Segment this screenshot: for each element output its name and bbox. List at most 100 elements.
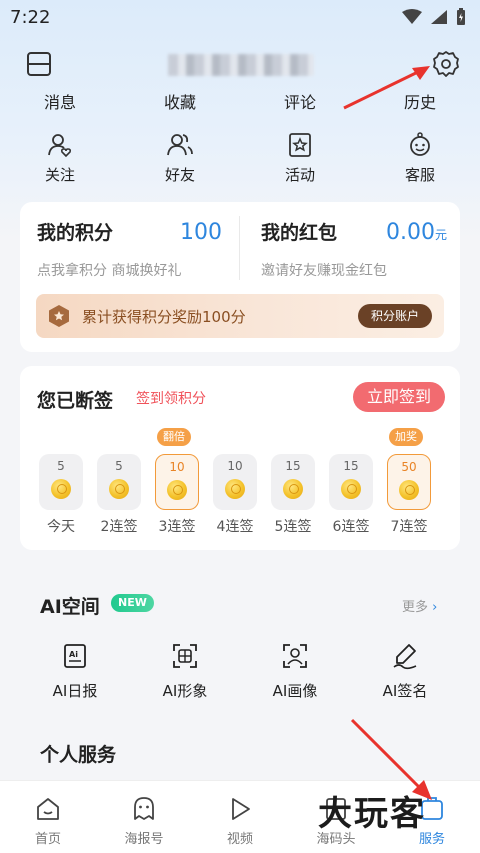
quick-links-row: 消息 收藏 评论 历史 [0, 88, 480, 118]
my-points-title: 我的积分 [37, 222, 114, 244]
friends-icon [167, 134, 193, 156]
icon-link-activity[interactable]: 活动 [240, 132, 360, 190]
svg-text:Ai: Ai [69, 650, 78, 659]
sign-day-5[interactable]: 15 [271, 454, 315, 510]
person-heart-icon [48, 134, 72, 158]
icon-link-service[interactable]: 客服 [360, 132, 480, 190]
sign-day-7[interactable]: 50 [387, 454, 431, 510]
coin-icon [283, 479, 303, 499]
sign-day-1-label: 今天 [47, 519, 75, 535]
sign-day-2-label: 2连签 [100, 519, 138, 535]
sign-day-6-label: 6连签 [332, 519, 370, 535]
sign-day-7-label: 7连签 [390, 519, 428, 535]
tab-home[interactable]: 首页 [0, 781, 96, 853]
signal-icon [431, 10, 447, 24]
quick-link-history[interactable]: 历史 [360, 88, 480, 118]
icon-link-activity-label: 活动 [284, 166, 315, 184]
ai-daily-icon: Ai [64, 644, 86, 668]
my-redpacket-value[interactable]: 0.00元 [386, 220, 447, 245]
points-card: 我的积分 100 点我拿积分 商城换好礼 我的红包 0.00元 邀请好友赚现金红… [20, 202, 460, 352]
coin-icon [341, 479, 361, 499]
more-label: 更多 [402, 600, 429, 615]
tab-video-label: 视频 [226, 832, 253, 847]
double-tag: 翻倍 [157, 428, 191, 446]
my-redpacket[interactable]: 我的红包 [261, 218, 337, 245]
sign-in-card: 您已断签 签到领积分 立即签到 翻倍 加奖 5 5 10 10 15 15 50… [20, 366, 460, 550]
ai-signature-label: AI签名 [382, 682, 428, 700]
sign-day-6-points: 15 [343, 459, 359, 473]
icon-link-follow-label: 关注 [44, 166, 75, 184]
ai-tools-row: Ai AI日报 AI形象 AI画像 AI签名 [0, 642, 480, 702]
ai-signature-icon [393, 644, 417, 670]
icon-link-follow[interactable]: 关注 [0, 132, 120, 190]
redpacket-unit: 元 [434, 228, 447, 242]
sign-day-5-label: 5连签 [274, 519, 312, 535]
points-promo-banner[interactable]: 累计获得积分奖励100分 积分账户 [36, 294, 444, 338]
ai-portrait-item[interactable]: AI画像 [250, 642, 340, 702]
status-time: 7:22 [10, 6, 51, 28]
scan-menu-icon[interactable] [25, 50, 53, 78]
ai-avatar-item[interactable]: AI形象 [140, 642, 230, 702]
quick-link-messages[interactable]: 消息 [0, 88, 120, 118]
icon-link-friends-label: 好友 [164, 166, 195, 184]
username-masked[interactable] [168, 54, 314, 76]
sign-day-5-points: 15 [285, 459, 301, 473]
ghost-icon [134, 797, 154, 820]
medal-hexagon-icon [49, 305, 69, 327]
quick-link-comments[interactable]: 评论 [240, 88, 360, 118]
coin-icon [167, 480, 187, 500]
promo-text: 累计获得积分奖励100分 [82, 308, 246, 326]
personal-service-title: 个人服务 [40, 744, 117, 766]
tab-video[interactable]: 视频 [192, 781, 288, 853]
service-face-icon [410, 132, 430, 156]
quick-link-favorites[interactable]: 收藏 [120, 88, 240, 118]
bonus-tag: 加奖 [389, 428, 423, 446]
sign-status-title: 您已断签 [37, 390, 114, 412]
sign-day-4-label: 4连签 [216, 519, 254, 535]
status-bar: 7:22 [0, 0, 480, 34]
my-points[interactable]: 我的积分 [37, 218, 113, 245]
coin-icon [399, 480, 419, 500]
sign-day-2[interactable]: 5 [97, 454, 141, 510]
ai-avatar-label: AI形象 [162, 682, 208, 700]
sign-day-3[interactable]: 10 [155, 454, 199, 510]
sign-day-7-points: 50 [401, 460, 417, 474]
wifi-icon [402, 9, 422, 24]
sign-day-4[interactable]: 10 [213, 454, 257, 510]
sign-day-2-points: 5 [115, 459, 123, 473]
sign-subtitle: 签到领积分 [136, 391, 206, 407]
play-icon [232, 798, 250, 820]
ai-signature-item[interactable]: AI签名 [360, 642, 450, 702]
ai-portrait-label: AI画像 [272, 682, 318, 700]
settings-gear-icon[interactable] [432, 50, 460, 78]
icon-link-friends[interactable]: 好友 [120, 132, 240, 190]
tab-home-label: 首页 [34, 832, 61, 847]
coin-icon [109, 479, 129, 499]
sign-now-button[interactable]: 立即签到 [353, 382, 445, 412]
points-divider [239, 216, 240, 280]
sign-day-6[interactable]: 15 [329, 454, 373, 510]
coin-icon [51, 479, 71, 499]
redpacket-amount: 0.00 [386, 220, 435, 245]
ai-portrait-icon [283, 644, 307, 668]
sign-day-1-points: 5 [57, 459, 65, 473]
my-redpacket-title: 我的红包 [261, 222, 338, 244]
new-badge: NEW [111, 594, 154, 612]
ai-daily-item[interactable]: Ai AI日报 [30, 642, 120, 702]
icon-link-service-label: 客服 [404, 166, 435, 184]
sign-day-3-label: 3连签 [158, 519, 196, 535]
ai-space-title: AI空间 [40, 596, 100, 618]
my-points-value[interactable]: 100 [180, 220, 222, 245]
points-account-button[interactable]: 积分账户 [358, 304, 432, 328]
battery-icon [457, 8, 465, 25]
tab-poster[interactable]: 海报号 [96, 781, 192, 853]
ai-more-link[interactable]: 更多 › [402, 596, 437, 615]
coin-icon [225, 479, 245, 499]
icon-links-row: 关注 好友 活动 客服 [0, 132, 480, 190]
my-points-subtitle: 点我拿积分 商城换好礼 [37, 263, 182, 279]
chevron-right-icon: › [432, 600, 438, 615]
sign-day-4-points: 10 [227, 459, 243, 473]
star-bookmark-icon [289, 133, 311, 157]
my-redpacket-subtitle: 邀请好友赚现金红包 [261, 263, 387, 279]
sign-day-1[interactable]: 5 [39, 454, 83, 510]
